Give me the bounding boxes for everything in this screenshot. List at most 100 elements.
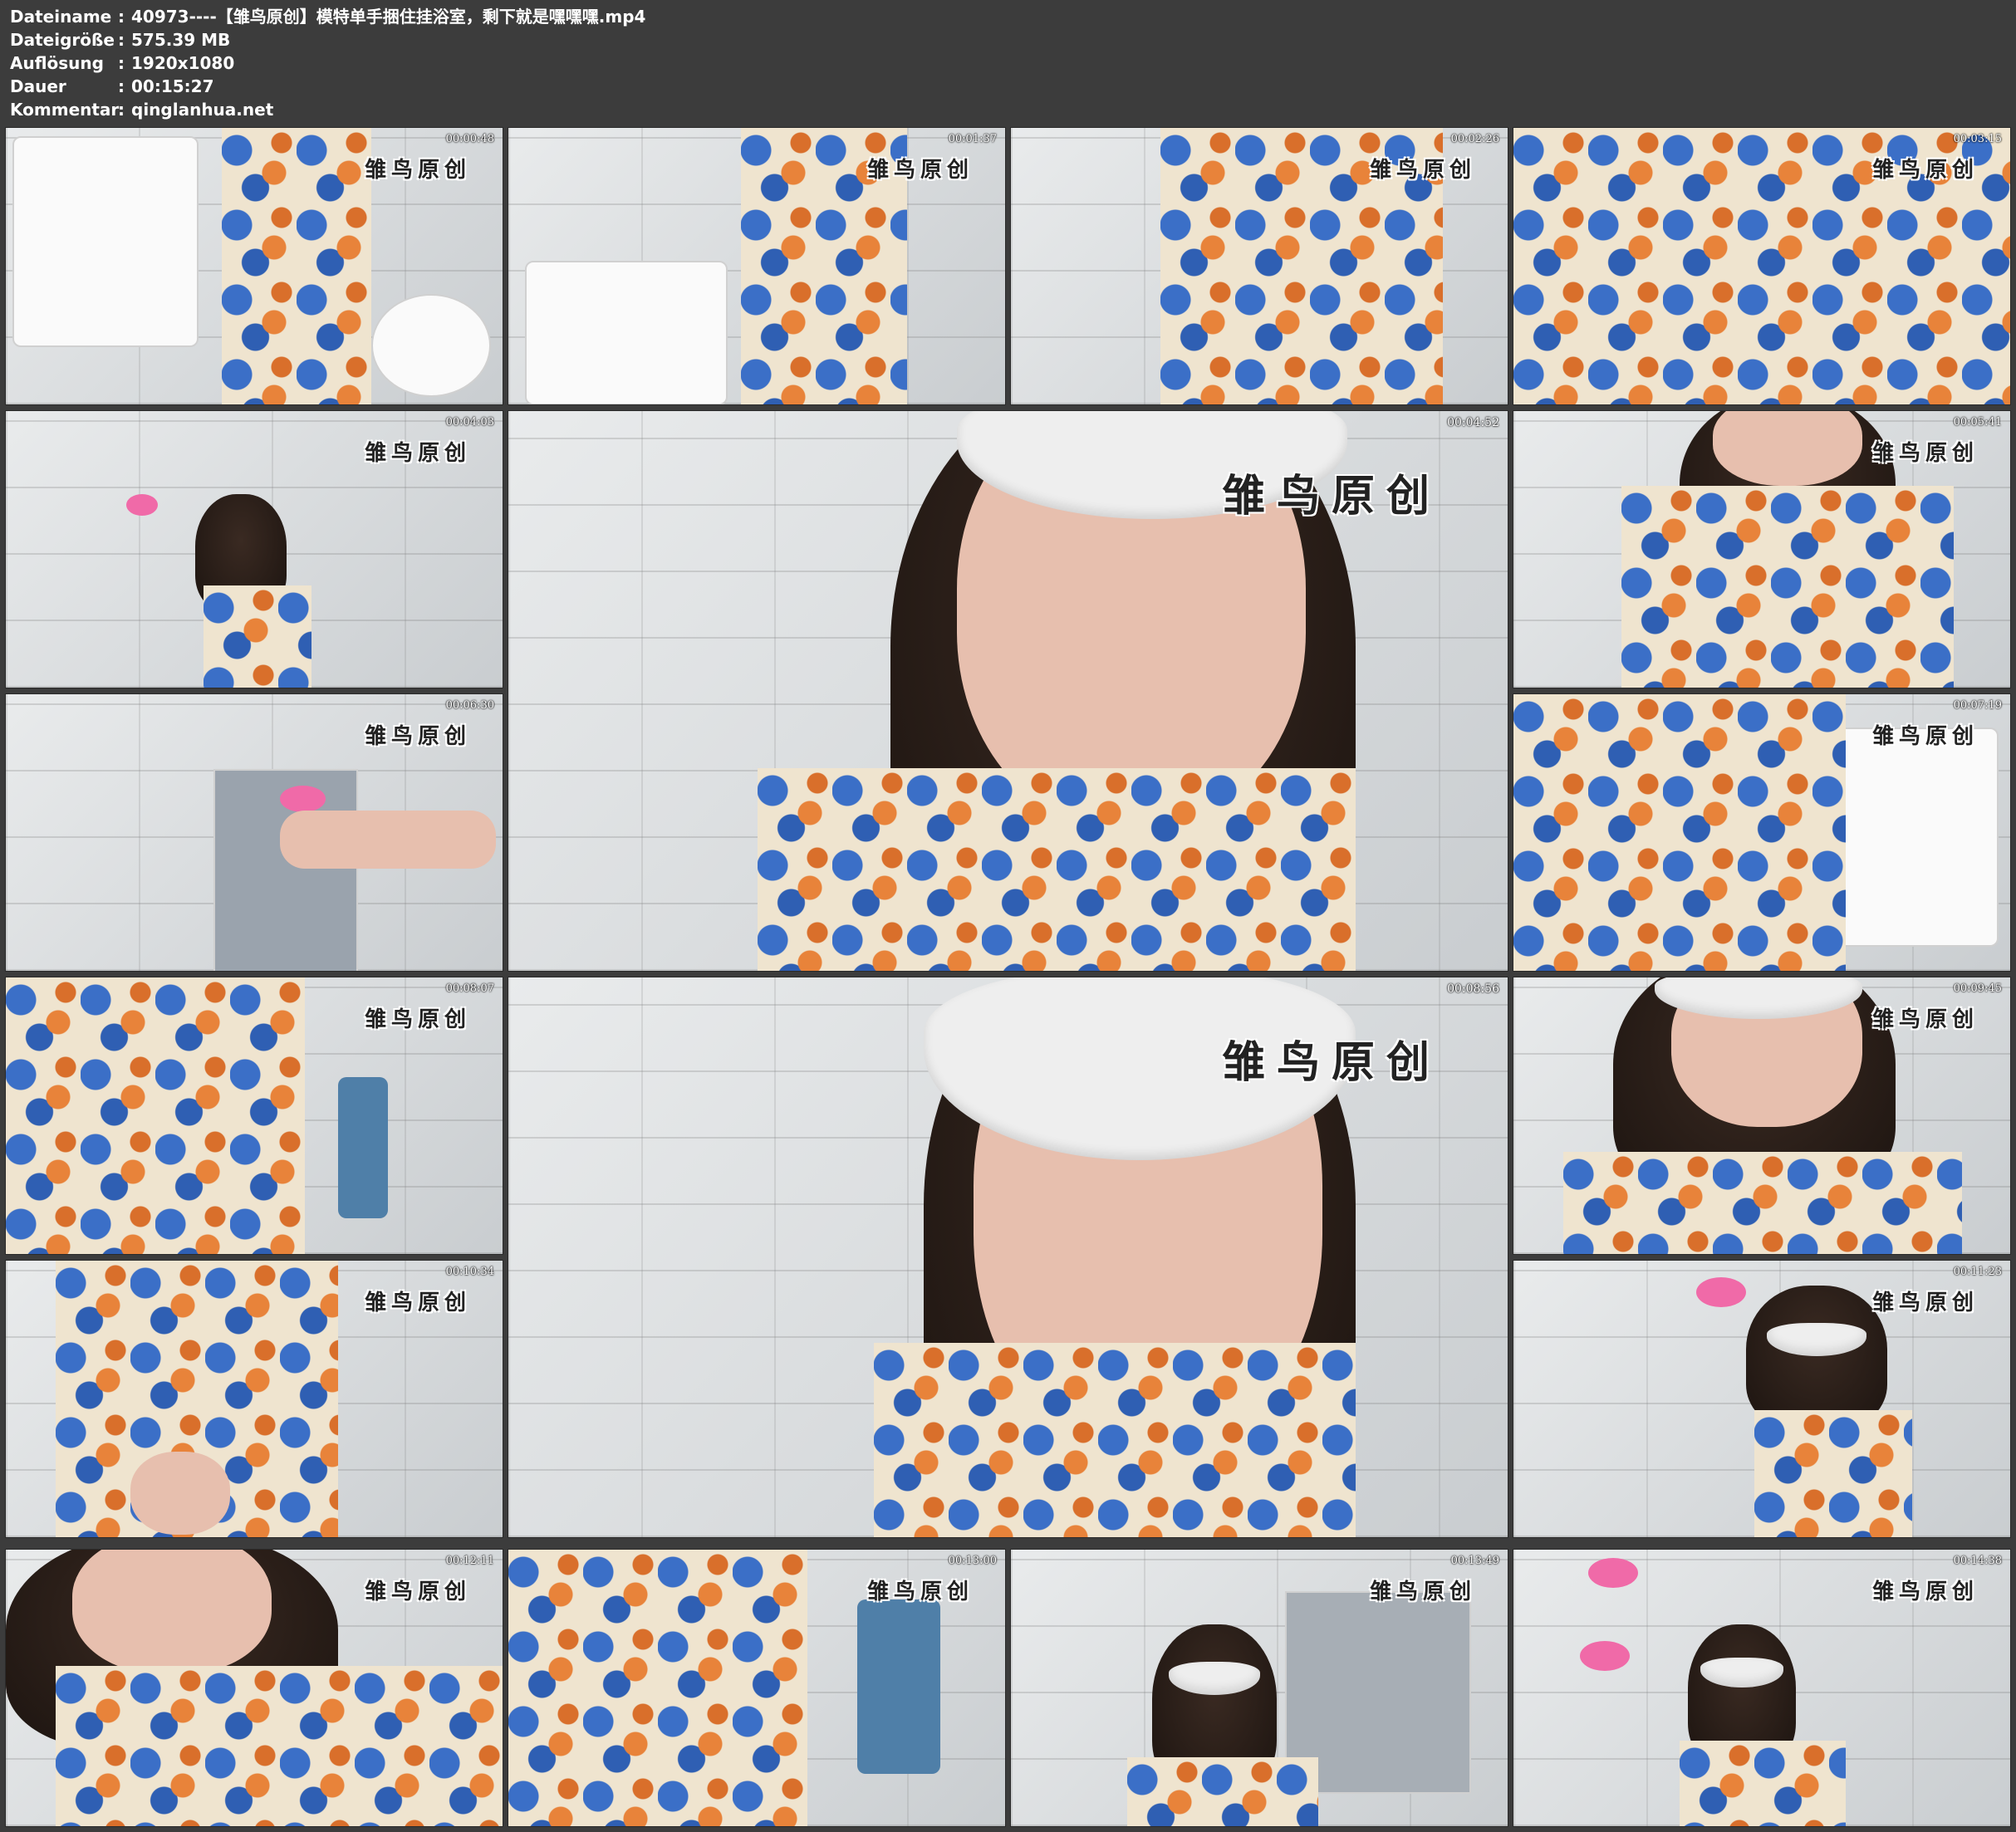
thumbnail-frame[interactable]: 00:13:49 雏鸟原创 [1010,1549,1508,1827]
thumbnail-frame[interactable]: 00:03:15 雏鸟原创 [1513,127,2011,405]
watermark: 雏鸟原创 [364,1291,471,1315]
timestamp: 00:09:45 [1953,982,2002,995]
info-key: Dateigröße [10,30,115,50]
info-separator: : [118,7,125,27]
timestamp: 00:11:23 [1953,1266,2002,1278]
arm [280,811,496,869]
info-key: Dauer [10,76,66,96]
timestamp: 00:04:03 [445,416,494,429]
watermark: 雏鸟原创 [1369,1580,1476,1604]
info-row-resolution: Auflösung : 1920x1080 [10,51,645,75]
watermark: 雏鸟原创 [1369,158,1476,183]
towel [857,1599,940,1774]
info-separator: : [118,100,125,120]
info-row-filesize: Dateigröße : 575.39 MB [10,28,645,51]
dress [204,585,311,688]
info-value: qinglanhua.net [131,100,274,120]
watermark: 雏鸟原创 [364,1007,471,1032]
timestamp: 00:06:30 [445,699,494,712]
timestamp: 00:08:07 [445,982,494,995]
dress [758,768,1356,971]
thumbnail-frame[interactable]: 00:10:34 雏鸟原创 [5,1260,503,1538]
thumbnail-frame[interactable]: 00:00:48 雏鸟原创 [5,127,503,405]
watermark: 雏鸟原创 [1871,441,1979,466]
timestamp: 00:02:26 [1450,133,1499,145]
info-key: Kommentar [10,100,120,120]
dress [56,1666,503,1826]
hand [130,1452,230,1535]
thumbnail-frame-large[interactable]: 00:04:52 雏鸟原创 [508,410,1508,972]
face [72,1550,272,1674]
timestamp: 00:00:48 [445,133,494,145]
timestamp: 00:12:11 [445,1555,494,1567]
watermark: 雏鸟原创 [364,158,471,183]
dress [6,977,305,1254]
watermark: 雏鸟原创 [1871,724,1979,749]
file-info-header: Dateiname : 40973----【雏鸟原创】模特单手捆住挂浴室，剩下就… [10,5,645,121]
watermark: 雏鸟原创 [1871,158,1979,183]
timestamp: 00:13:00 [948,1555,997,1567]
timestamp: 00:05:41 [1953,416,2002,429]
watermark: 雏鸟原创 [364,441,471,466]
info-key: Auflösung [10,53,104,73]
thumbnail-frame[interactable]: 00:13:00 雏鸟原创 [508,1549,1006,1827]
thumbnail-frame[interactable]: 00:14:38 雏鸟原创 [1513,1549,2011,1827]
info-separator: : [118,53,125,73]
thumbnail-frame[interactable]: 00:01:37 雏鸟原创 [508,127,1006,405]
info-value: 575.39 MB [131,30,231,50]
timestamp: 00:14:38 [1953,1555,2002,1567]
pink-cuff [126,494,158,516]
timestamp: 00:10:34 [445,1266,494,1278]
timestamp: 00:01:37 [948,133,997,145]
towel [338,1077,388,1218]
dress [1513,694,1846,971]
dress [1680,1741,1846,1826]
info-row-duration: Dauer : 00:15:27 [10,75,645,98]
dress [222,128,371,404]
watermark: 雏鸟原创 [1221,1038,1441,1088]
dress [1754,1410,1912,1537]
pink-cuff [280,786,326,812]
watermark: 雏鸟原创 [364,1580,471,1604]
thumbnail-frame[interactable]: 00:08:07 雏鸟原创 [5,977,503,1255]
timestamp: 00:04:52 [1447,416,1499,429]
timestamp: 00:08:56 [1447,982,1499,996]
dress [1563,1152,1962,1254]
thumbnail-frame[interactable]: 00:12:11 雏鸟原创 [5,1549,503,1827]
timestamp: 00:07:19 [1953,699,2002,712]
timestamp: 00:13:49 [1450,1555,1499,1567]
watermark: 雏鸟原创 [866,1580,974,1604]
thumbnail-row-last: 00:12:11 雏鸟原创 00:13:00 雏鸟原创 00:13:49 雏鸟原… [5,1549,2011,1827]
watermark: 雏鸟原创 [1871,1007,1979,1032]
watermark: 雏鸟原创 [1871,1291,1979,1315]
thumbnail-frame[interactable]: 00:09:45 雏鸟原创 [1513,977,2011,1255]
info-key: Dateiname [10,7,112,27]
thumbnail-frame-large[interactable]: 00:08:56 雏鸟原创 [508,977,1508,1538]
hair [1746,1286,1887,1427]
info-row-filename: Dateiname : 40973----【雏鸟原创】模特单手捆住挂浴室，剩下就… [10,5,645,28]
thumbnail-frame[interactable]: 00:11:23 雏鸟原创 [1513,1260,2011,1538]
thumbnail-frame[interactable]: 00:06:30 雏鸟原创 [5,693,503,972]
dress [1621,486,1954,688]
dress [1127,1757,1318,1826]
thumbnail-frame[interactable]: 00:05:41 雏鸟原创 [1513,410,2011,688]
sink-cabinet [12,136,199,347]
watermark: 雏鸟原创 [866,158,974,183]
info-value: 40973----【雏鸟原创】模特单手捆住挂浴室，剩下就是嘿嘿嘿.mp4 [131,7,646,27]
watermark: 雏鸟原创 [1221,472,1441,522]
dress [508,1550,807,1826]
thumbnail-frame[interactable]: 00:02:26 雏鸟原创 [1010,127,1508,405]
pink-cuff [1696,1277,1746,1307]
watermark: 雏鸟原创 [1871,1580,1979,1604]
face [1713,411,1862,486]
info-separator: : [118,76,125,96]
thumbnail-frame[interactable]: 00:07:19 雏鸟原创 [1513,693,2011,972]
info-value: 1920x1080 [131,53,235,73]
watermark: 雏鸟原创 [364,724,471,749]
sink [525,261,728,404]
info-value: 00:15:27 [131,76,214,96]
dress [874,1343,1356,1537]
info-row-comment: Kommentar : qinglanhua.net [10,98,645,121]
info-separator: : [118,30,125,50]
thumbnail-frame[interactable]: 00:04:03 雏鸟原创 [5,410,503,688]
